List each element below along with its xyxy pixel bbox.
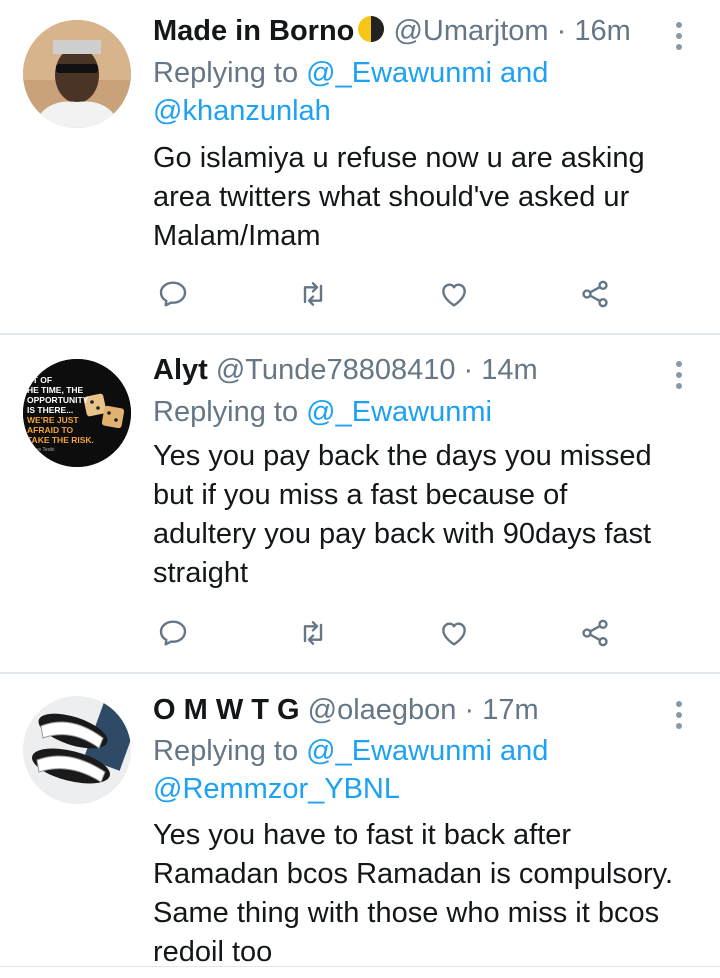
half-moon-icon — [357, 15, 385, 53]
tweet-actions — [153, 274, 633, 314]
share-icon — [582, 280, 608, 308]
avatar[interactable] — [23, 696, 131, 804]
tweet-header: Alyt @Tunde78808410 · 14m — [153, 351, 660, 389]
avatar-text: Sonye Teobi — [27, 447, 54, 453]
mention-link[interactable]: @_Ewawunmi — [306, 396, 492, 428]
tweet-1[interactable]: Made in Borno @Umarjtom · 16m Replying t… — [0, 0, 720, 334]
reply-icon — [159, 281, 187, 307]
avatar-text: IS THERE... — [27, 405, 73, 415]
like-button[interactable] — [434, 613, 474, 653]
separator: · — [464, 694, 475, 726]
tweet-text: Go islamiya u refuse now u are asking ar… — [153, 139, 703, 256]
tweet-text-line: but if you miss a fast because of — [153, 479, 568, 511]
user-handle[interactable]: @Umarjtom — [393, 15, 548, 47]
reply-context: Replying to @_Ewawunmi and @khanzunlah — [153, 54, 548, 130]
tweet-text-line: Yes you have to fast it back after — [153, 819, 572, 851]
mention-link[interactable]: @Remmzor_YBNL — [153, 773, 400, 805]
reply-context: Replying to @_Ewawunmi — [153, 393, 492, 431]
avatar-text: WE'RE JUST — [27, 415, 79, 425]
replying-label: Replying to — [153, 57, 299, 89]
tweet-text: Yes you have to fast it back after Ramad… — [153, 816, 703, 972]
more-options-icon[interactable] — [669, 701, 689, 734]
reply-context: Replying to @_Ewawunmi and @Remmzor_YBNL — [153, 732, 548, 808]
replying-label: Replying to — [153, 735, 299, 767]
separator: · — [556, 15, 567, 47]
divider — [0, 966, 720, 967]
like-icon — [442, 622, 466, 646]
mention-link[interactable]: @khanzunlah — [153, 95, 331, 127]
tweet-text-line: Malam/Imam — [153, 220, 321, 252]
tweet-text-line: straight — [153, 557, 249, 589]
mention-link[interactable]: @_Ewawunmi — [306, 57, 492, 89]
share-button[interactable] — [575, 613, 615, 653]
retweet-button[interactable] — [293, 274, 333, 314]
mention-conjunction: and — [500, 57, 549, 89]
avatar-text: HE TIME, THE — [27, 385, 84, 395]
retweet-icon — [303, 282, 323, 306]
tweet-text-line: Ramadan bcos Ramadan is compulsory. — [153, 858, 674, 890]
avatar-text: ST OF — [27, 375, 52, 385]
like-icon — [442, 283, 466, 307]
tweet-header: O M W T G @olaegbon · 17m — [153, 691, 660, 729]
avatar-text: AFRAID TO — [27, 425, 74, 435]
mention-conjunction: and — [500, 735, 549, 767]
like-button[interactable] — [434, 274, 474, 314]
tweet-2[interactable]: ST OF HE TIME, THE OPPORTUNITY IS THERE.… — [0, 335, 720, 672]
avatar-text: OPPORTUNITY — [27, 395, 89, 405]
display-name[interactable]: Made in Borno — [153, 15, 354, 47]
tweet-text-line: area twitters what should've asked ur — [153, 181, 630, 213]
more-options-icon[interactable] — [669, 361, 689, 394]
avatar-text: TAKE THE RISK. — [27, 435, 94, 445]
retweet-icon — [303, 621, 323, 645]
tweet-text: Yes you pay back the days you missed but… — [153, 437, 703, 593]
avatar[interactable]: ST OF HE TIME, THE OPPORTUNITY IS THERE.… — [23, 359, 131, 467]
mention-link[interactable]: @_Ewawunmi — [306, 735, 492, 767]
retweet-button[interactable] — [293, 613, 333, 653]
timestamp[interactable]: 14m — [481, 354, 537, 386]
timestamp[interactable]: 16m — [574, 15, 630, 47]
tweet-actions — [153, 613, 633, 653]
share-icon — [582, 619, 608, 647]
separator: · — [463, 354, 474, 386]
display-name[interactable]: Alyt — [153, 354, 208, 386]
user-handle[interactable]: @Tunde78808410 — [216, 354, 456, 386]
share-button[interactable] — [575, 274, 615, 314]
tweet-text-line: Yes you pay back the days you missed — [153, 440, 652, 472]
timestamp[interactable]: 17m — [482, 694, 538, 726]
tweet-text-line: adultery you pay back with 90days fast — [153, 518, 652, 550]
tweet-text-line: Go islamiya u refuse now u are asking — [153, 142, 645, 174]
user-handle[interactable]: @olaegbon — [308, 694, 457, 726]
display-name[interactable]: O M W T G — [153, 694, 300, 726]
reply-icon — [159, 620, 187, 646]
reply-button[interactable] — [153, 613, 193, 653]
more-options-icon[interactable] — [669, 22, 689, 55]
replying-label: Replying to — [153, 396, 299, 428]
tweet-3[interactable]: O M W T G @olaegbon · 17m Replying to @_… — [0, 674, 720, 978]
tweet-header: Made in Borno @Umarjtom · 16m — [153, 12, 660, 53]
reply-button[interactable] — [153, 274, 193, 314]
avatar[interactable] — [23, 20, 131, 128]
tweet-text-line: Same thing with those who miss it bcos — [153, 897, 660, 929]
